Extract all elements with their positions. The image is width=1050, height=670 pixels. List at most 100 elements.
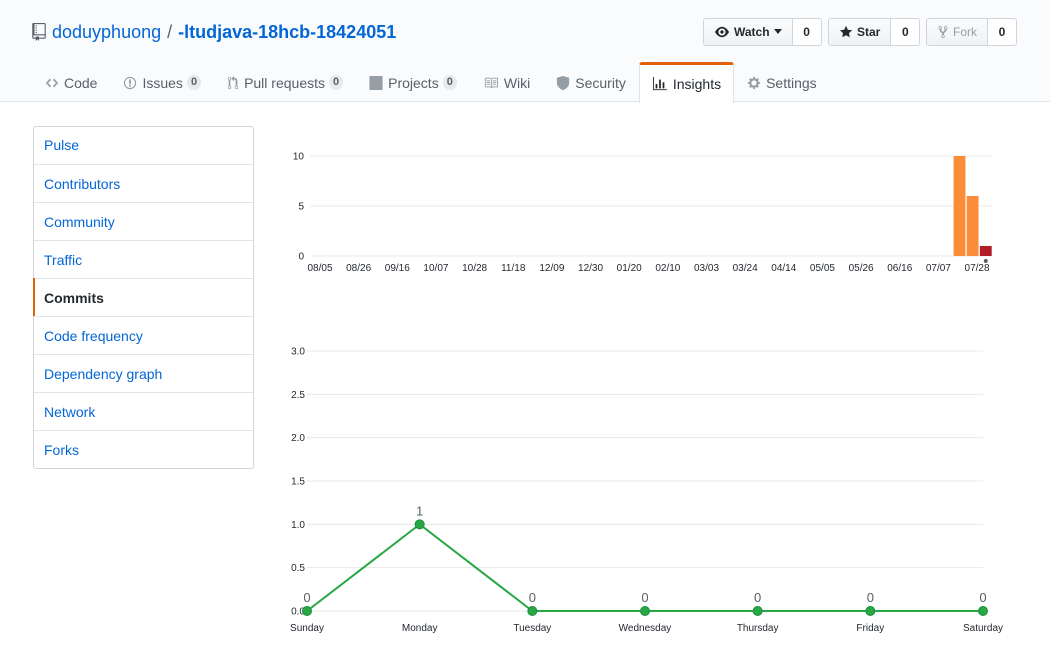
sidebar-item-pulse[interactable]: Pulse	[34, 127, 253, 164]
tab-wiki-label: Wiki	[503, 74, 531, 91]
projects-counter: 0	[442, 75, 457, 90]
tab-settings[interactable]: Settings	[734, 62, 830, 102]
watchers-count[interactable]: 0	[792, 18, 822, 46]
x-tick-label: Thursday	[737, 623, 779, 634]
data-point	[640, 606, 650, 616]
shield-icon	[557, 75, 570, 90]
book-icon	[484, 77, 498, 88]
star-icon	[839, 25, 853, 38]
data-point	[527, 606, 538, 616]
data-point	[414, 519, 425, 530]
x-tick-label: Friday	[856, 623, 884, 634]
x-tick-label: 03/24	[733, 263, 758, 274]
watch-label: Watch	[734, 25, 770, 39]
x-tick-label: 12/09	[539, 263, 564, 274]
graph-icon	[652, 77, 667, 91]
data-label: 0	[303, 590, 310, 605]
repo-icon	[32, 23, 46, 41]
daily-commits-line-chart: 0.00.51.01.52.02.53.00Sunday1Monday0Tues…	[290, 347, 1003, 635]
x-tick-label: 06/16	[887, 263, 912, 274]
y-tick-label: 2.5	[291, 390, 305, 401]
tab-security[interactable]: Security	[543, 62, 639, 102]
sidebar-item-commits[interactable]: Commits	[33, 278, 253, 316]
week-bar	[966, 196, 979, 256]
sidebar-item-forks[interactable]: Forks	[34, 430, 253, 468]
weekly-commits-chart: 0 5 10 08/05 08/26 09/16 10/07 10/28 11/18 12/09 1…	[280, 140, 1020, 280]
tab-projects-label: Projects	[388, 74, 439, 91]
x-tick-label: 02/10	[655, 263, 680, 274]
y-tick-label: 1.5	[291, 477, 305, 488]
gear-icon	[747, 76, 761, 89]
repo-nav-tabs: Code Issues 0 Pull requests 0 Projects 0…	[32, 62, 830, 103]
sidebar-item-contributors[interactable]: Contributors	[34, 164, 253, 202]
data-label: 1	[416, 503, 423, 518]
x-tick-label: Saturday	[963, 623, 1003, 634]
data-point	[865, 606, 876, 616]
sidebar-item-dependency-graph[interactable]: Dependency graph	[34, 354, 253, 392]
x-tick-label: Tuesday	[513, 623, 551, 634]
data-label: 0	[867, 590, 874, 605]
fork-button[interactable]: Fork	[926, 18, 988, 46]
stargazers-count[interactable]: 0	[891, 18, 921, 46]
x-tick-label: 10/07	[423, 263, 448, 274]
y-tick-label: 10	[293, 152, 305, 163]
sidebar-item-network[interactable]: Network	[34, 392, 253, 430]
tab-issues[interactable]: Issues 0	[110, 62, 214, 102]
repo-owner-link[interactable]: doduyphuong	[52, 22, 161, 43]
selected-week-marker	[983, 259, 988, 263]
repo-separator: /	[167, 21, 173, 42]
tab-wiki[interactable]: Wiki	[470, 62, 543, 102]
x-tick-label: 10/28	[462, 263, 487, 274]
week-bar	[953, 156, 966, 256]
issue-icon	[124, 76, 137, 89]
tab-code-label: Code	[64, 74, 98, 91]
x-tick-label: Sunday	[290, 623, 324, 634]
y-tick-label: 0	[298, 252, 304, 263]
x-tick-label: 08/26	[346, 263, 371, 274]
x-tick-label: 01/20	[617, 263, 642, 274]
sidebar-item-community[interactable]: Community	[34, 202, 253, 240]
tab-insights[interactable]: Insights	[638, 62, 735, 103]
code-icon	[45, 78, 59, 87]
x-tick-label: 03/03	[694, 263, 719, 274]
y-tick-label: 3.0	[291, 347, 305, 358]
tab-pull-requests[interactable]: Pull requests 0	[214, 62, 356, 102]
star-label: Star	[857, 25, 881, 39]
sidebar-item-code-frequency[interactable]: Code frequency	[34, 316, 253, 354]
tab-issues-label: Issues	[142, 74, 183, 91]
tab-pull-requests-label: Pull requests	[244, 74, 325, 91]
project-icon	[369, 75, 383, 90]
star-button[interactable]: Star	[828, 18, 892, 46]
tab-projects[interactable]: Projects 0	[356, 62, 470, 102]
x-tick-label: 07/07	[926, 263, 951, 274]
x-tick-label: Wednesday	[619, 623, 672, 634]
week-bar	[979, 246, 992, 256]
fork-icon	[938, 25, 948, 39]
x-tick-label: 08/05	[307, 263, 332, 274]
x-tick-label: 09/16	[385, 263, 410, 274]
sidebar-item-traffic[interactable]: Traffic	[34, 240, 253, 278]
x-tick-label: Monday	[402, 623, 438, 634]
x-tick-label: 07/28	[965, 263, 990, 274]
x-tick-label: 12/30	[578, 263, 603, 274]
tab-code[interactable]: Code	[32, 62, 110, 102]
tab-insights-label: Insights	[672, 76, 722, 92]
watch-button[interactable]: Watch	[703, 18, 793, 46]
fork-group: Fork 0	[926, 18, 1017, 46]
data-label: 0	[979, 590, 986, 605]
data-label: 0	[641, 590, 648, 605]
x-tick-label: 11/18	[501, 263, 526, 274]
y-tick-label: 2.0	[291, 433, 305, 444]
x-tick-label: 05/05	[810, 263, 835, 274]
forks-count[interactable]: 0	[988, 18, 1017, 46]
data-point	[978, 606, 988, 616]
daily-commits-chart: 0.0 0.5 1.0 1.5 2.0 2.5 3.0 0 Sunday 1 Monday 0 Tues…	[280, 335, 1020, 635]
tab-settings-label: Settings	[766, 74, 817, 91]
y-tick-label: 0.5	[291, 563, 305, 574]
x-tick-label: 04/14	[771, 263, 796, 274]
repo-name-link[interactable]: -ltudjava-18hcb-18424051	[178, 22, 396, 43]
star-group: Star 0	[828, 18, 921, 46]
repo-title: doduyphuong / -ltudjava-18hcb-18424051	[32, 20, 396, 44]
weekly-commits-bar-chart: 0 5 10 08/05 08/26 09/16 10/07 10/28 11/18 12/09 1…	[293, 152, 993, 274]
data-label: 0	[529, 590, 536, 605]
